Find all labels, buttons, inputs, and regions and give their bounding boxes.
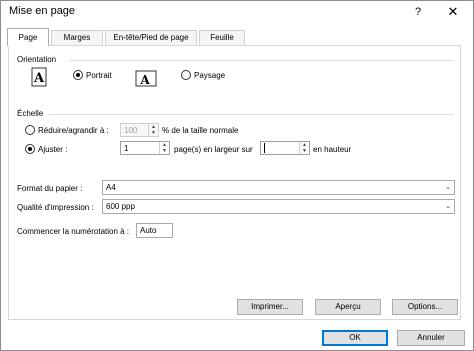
- title-bar: Mise en page ? ✕: [1, 1, 473, 23]
- landscape-page-icon: A: [135, 70, 157, 87]
- landscape-radio[interactable]: [181, 70, 191, 80]
- print-quality-select[interactable]: 600 ppp ⌄: [102, 199, 455, 214]
- first-page-number-label: Commencer la numérotation à :: [17, 227, 130, 236]
- print-quality-value: 600 ppp: [106, 202, 135, 211]
- close-button[interactable]: ✕: [435, 1, 471, 23]
- tab-panel-page: Orientation A Portrait A Paysage Échelle…: [8, 45, 461, 320]
- landscape-label[interactable]: Paysage: [194, 71, 225, 80]
- fit-width-spinner[interactable]: 1 ▲ ▼: [120, 141, 170, 155]
- paper-size-value: A4: [106, 183, 116, 192]
- adjust-percent-spinner[interactable]: 100 ▲ ▼: [120, 123, 159, 137]
- tab-margins[interactable]: Marges: [51, 30, 103, 46]
- spin-down-icon[interactable]: ▼: [160, 148, 169, 154]
- tab-page[interactable]: Page: [7, 28, 49, 46]
- first-page-number-input[interactable]: Auto: [136, 223, 173, 238]
- preview-button[interactable]: Aperçu: [315, 299, 381, 315]
- cancel-button[interactable]: Annuler: [397, 330, 465, 346]
- options-button[interactable]: Options...: [392, 299, 458, 315]
- paper-size-select[interactable]: A4 ⌄: [102, 180, 455, 195]
- adjust-to-radio[interactable]: [25, 125, 35, 135]
- chevron-down-icon[interactable]: ⌄: [442, 181, 454, 194]
- ok-button[interactable]: OK: [322, 330, 388, 346]
- scaling-group-line: [49, 114, 454, 115]
- first-page-number-value: Auto: [140, 226, 157, 235]
- fit-height-suffix: en hauteur: [313, 145, 352, 154]
- orientation-section-label: Orientation: [17, 55, 57, 64]
- adjust-percent-value: 100: [124, 126, 138, 135]
- dialog-title: Mise en page: [9, 5, 76, 17]
- scaling-section-label: Échelle: [17, 109, 44, 118]
- adjust-percent-arrows[interactable]: ▲ ▼: [148, 124, 158, 136]
- paper-size-label: Format du papier :: [17, 184, 83, 193]
- fit-width-value: 1: [124, 144, 129, 153]
- chevron-down-icon[interactable]: ⌄: [442, 200, 454, 213]
- fit-to-label[interactable]: Ajuster :: [38, 145, 67, 154]
- page-setup-dialog: Mise en page ? ✕ Page Marges En-tête/Pie…: [0, 0, 474, 351]
- landscape-icon-glyph: A: [139, 73, 150, 87]
- tab-sheet[interactable]: Feuille: [199, 30, 245, 46]
- fit-width-suffix: page(s) en largeur sur: [174, 145, 253, 154]
- portrait-radio[interactable]: [73, 70, 83, 80]
- print-button[interactable]: Imprimer...: [237, 299, 303, 315]
- print-quality-label: Qualité d'impression :: [17, 203, 94, 212]
- adjust-percent-suffix: % de la taille normale: [162, 126, 239, 135]
- portrait-page-icon: A: [31, 67, 47, 87]
- adjust-to-label[interactable]: Réduire/agrandir à :: [38, 126, 109, 135]
- text-caret: [264, 143, 265, 153]
- fit-height-arrows[interactable]: ▲ ▼: [299, 142, 309, 154]
- tab-header-footer[interactable]: En-tête/Pied de page: [105, 30, 197, 46]
- portrait-icon-glyph: A: [33, 71, 45, 86]
- help-button[interactable]: ?: [406, 1, 430, 23]
- fit-width-arrows[interactable]: ▲ ▼: [159, 142, 169, 154]
- spin-down-icon[interactable]: ▼: [149, 130, 158, 136]
- spin-down-icon[interactable]: ▼: [300, 148, 309, 154]
- portrait-label[interactable]: Portrait: [86, 71, 112, 80]
- fit-height-spinner[interactable]: ▲ ▼: [260, 141, 310, 155]
- orientation-group-line: [69, 60, 454, 61]
- fit-to-radio[interactable]: [25, 144, 35, 154]
